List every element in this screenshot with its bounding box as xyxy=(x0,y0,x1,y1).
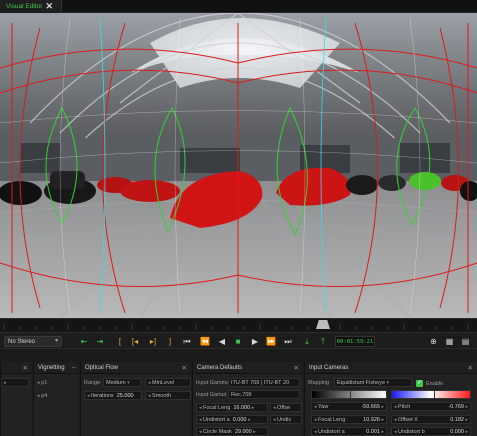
timeline-ticks xyxy=(3,324,469,330)
enable-checkbox[interactable]: ✓ xyxy=(416,380,423,387)
close-icon[interactable]: ✕ xyxy=(45,1,53,12)
minlevel-field[interactable]: ◂ MinLevel xyxy=(145,378,191,387)
left-arrow-icon: ◂ xyxy=(37,392,40,399)
left-arrow-icon: ◂ xyxy=(37,379,40,386)
vignetting-item-p1[interactable]: ◂ p1 xyxy=(37,378,75,387)
next-frame-icon[interactable]: ⏩ xyxy=(266,336,276,347)
grid-view-icon[interactable]: ▦ xyxy=(444,336,455,347)
timeline-scrubber[interactable] xyxy=(0,318,477,332)
input-gamma-select[interactable]: ITU-BT 709 | ITU-BT 20 xyxy=(228,378,300,387)
delete-keyframe-icon[interactable]: ⤒ xyxy=(318,336,328,347)
stop-icon[interactable]: ■ xyxy=(233,336,243,347)
panel-title: Vignetting xyxy=(38,364,65,371)
go-to-in-icon[interactable]: [◂ xyxy=(130,336,140,347)
close-icon[interactable]: ✕ xyxy=(182,364,187,372)
chevron-down-icon: ▾ xyxy=(54,338,58,344)
stereo-mode-select[interactable]: No Stereo ▾ xyxy=(4,336,62,347)
playhead-handle[interactable] xyxy=(316,320,330,329)
stereo-mode-value: No Stereo xyxy=(8,338,36,345)
tab-label: Visual Editor xyxy=(6,3,43,10)
add-keyframe-icon[interactable]: ⤓ xyxy=(302,336,312,347)
input-gamut-select[interactable]: Rec.709 xyxy=(228,390,300,399)
panel-left-stub: ✕ ▸ xyxy=(0,362,32,436)
mapping-select[interactable]: Equidistant Fisheye ▾ xyxy=(334,378,412,387)
chevron-down-icon: ▾ xyxy=(386,379,390,386)
mapping-label: Mapping xyxy=(308,379,330,386)
layout-icon[interactable]: ▤ xyxy=(460,336,471,347)
close-icon[interactable]: ✕ xyxy=(294,364,299,372)
undistort-b-field[interactable]: ◂ Undistort b 0.000 ▸ xyxy=(391,427,471,436)
enable-label: Enable xyxy=(426,380,444,387)
left-stub-field[interactable]: ▸ xyxy=(1,378,29,387)
vignetting-item-p4[interactable]: ◂ p4 xyxy=(37,391,75,400)
panel-head: Input Cameras ✕ xyxy=(305,362,477,374)
range-select[interactable]: Medium ▾ xyxy=(103,378,141,387)
go-to-out-icon[interactable]: ▸] xyxy=(148,336,158,347)
stitch-preview-viewer[interactable] xyxy=(0,13,477,318)
close-icon[interactable]: ✕ xyxy=(468,364,473,372)
panel-camera-defaults: Camera Defaults ✕ Input Gamma ITU-BT 709… xyxy=(192,362,303,436)
input-gamut-label: Input Gamut xyxy=(196,391,227,398)
panel-head: Camera Defaults ✕ xyxy=(193,362,303,374)
panel-vignetting: Vignetting ⇔ ◂ p1 ◂ p4 xyxy=(33,362,79,436)
focal-length-field[interactable]: ◂ Focal Leng 10.926 ▸ xyxy=(311,415,387,424)
play-icon[interactable]: ▶ xyxy=(250,336,260,347)
input-gamma-label: Input Gamma xyxy=(196,379,230,386)
timecode-display[interactable]: 00:01:59:21 xyxy=(335,336,375,347)
mark-in-icon[interactable]: ⇤ xyxy=(78,336,90,347)
panel-optical-flow: Optical Flow ✕ Range Medium ▾ ◂ MinLevel… xyxy=(80,362,191,436)
panorama-image xyxy=(0,13,477,318)
transport-bar: No Stereo ▾ ⇤ ⇥ [ [◂ ▸] ] ⏮ ⏪ ◀ ■ ▶ ⏩ ⏭ … xyxy=(0,332,477,349)
focal-length-field[interactable]: ◂ Focal Leng 16.000 ▸ xyxy=(196,403,268,412)
go-to-start-icon[interactable]: ⏮ xyxy=(182,336,192,347)
yaw-color-bar[interactable] xyxy=(311,390,387,399)
panel-head: Optical Flow ✕ xyxy=(81,362,191,374)
panel-title: Optical Flow xyxy=(85,364,119,371)
panel-title: Input Cameras xyxy=(309,364,349,371)
play-reverse-icon[interactable]: ◀ xyxy=(217,336,227,347)
yaw-field[interactable]: ◂ Yaw -59.665 ▸ xyxy=(311,402,387,411)
range-label: Range xyxy=(84,379,101,386)
panel-head: ✕ xyxy=(1,362,32,374)
set-out-bracket-icon[interactable]: ] xyxy=(166,336,174,347)
panel-head: Vignetting ⇔ xyxy=(34,362,79,374)
undistort-b-field[interactable]: ◂ Undis xyxy=(270,415,302,424)
undistort-a-field[interactable]: ◂ Undistort a 0.001 ▸ xyxy=(311,427,387,436)
chevron-down-icon: ▾ xyxy=(127,379,130,386)
panel-title: Camera Defaults xyxy=(197,364,243,371)
offset-x-field[interactable]: ◂ Offset X 0.182 ▸ xyxy=(391,415,471,424)
previous-frame-icon[interactable]: ⏪ xyxy=(200,336,210,347)
panel-close-icon[interactable]: ✕ xyxy=(23,364,28,372)
pitch-field[interactable]: ◂ Pitch -0.769 ▸ xyxy=(391,402,471,411)
tab-visual-editor[interactable]: Visual Editor ✕ xyxy=(0,0,62,13)
offset-field[interactable]: ◂ Offse xyxy=(270,403,302,412)
panel-collapse-icon[interactable]: ⇔ xyxy=(71,364,78,371)
zoom-icon[interactable]: ⊕ xyxy=(428,336,439,347)
go-to-end-icon[interactable]: ⏭ xyxy=(283,336,293,347)
panel-gap xyxy=(0,349,477,361)
pitch-color-bar[interactable] xyxy=(391,390,471,399)
circle-mask-field[interactable]: ◂ Circle Mask 29.000 ▸ xyxy=(196,427,268,436)
iterations-field[interactable]: ◂ Iterations 25.000 xyxy=(84,391,142,400)
smooth-field[interactable]: ◂ Smooth xyxy=(145,391,191,400)
undistort-a-field[interactable]: ◂ Undistort a 0.000 ▸ xyxy=(196,415,268,424)
set-in-bracket-icon[interactable]: [ xyxy=(116,336,124,347)
tab-bar: Visual Editor ✕ xyxy=(0,0,477,13)
panel-input-cameras: Input Cameras ✕ Mapping Equidistant Fish… xyxy=(304,362,477,436)
mark-out-icon[interactable]: ⇥ xyxy=(94,336,106,347)
